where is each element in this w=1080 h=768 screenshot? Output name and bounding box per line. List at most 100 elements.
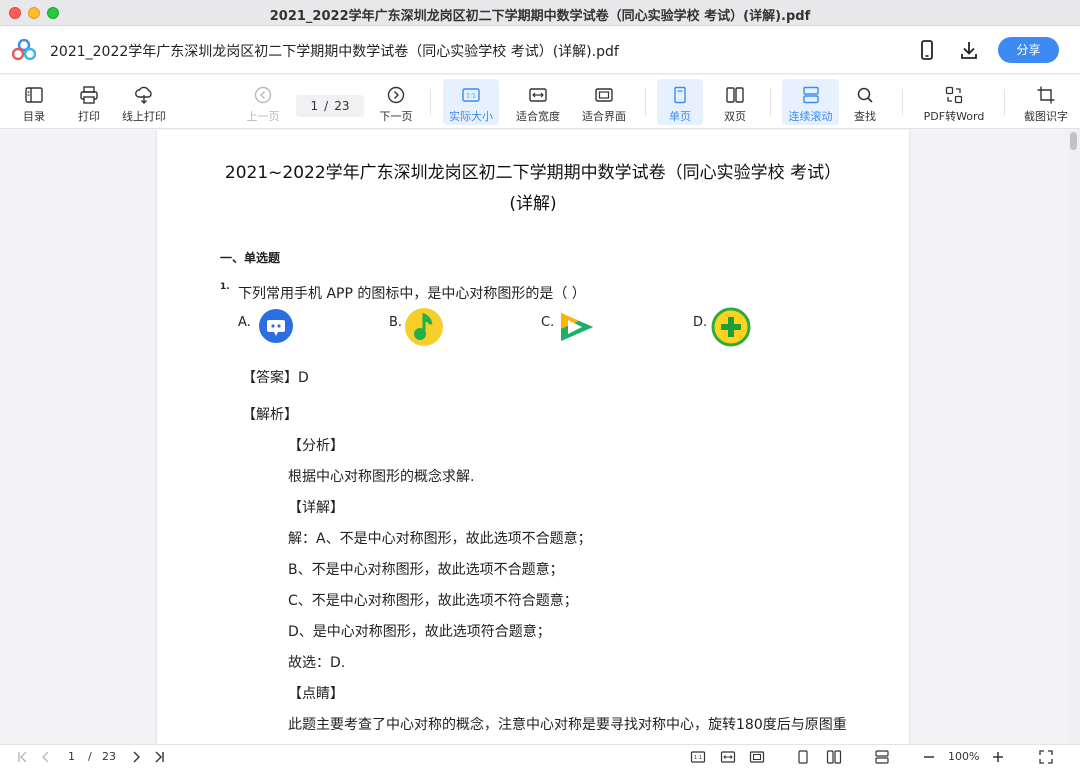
vertical-scrollbar[interactable] [1068,130,1080,744]
toolbar-divider [430,89,431,115]
actual-size-button[interactable]: 1:1 实际大小 [443,79,499,125]
fit-window-button[interactable]: 适合界面 [576,79,632,125]
fit-window-icon[interactable] [747,749,767,765]
print-button[interactable]: 打印 [69,79,109,125]
fullscreen-icon[interactable] [1037,749,1055,765]
toolbar: 目录 打印 线上打印 上一页 1 / 23 下一页 1:1 实际大小 适合宽度 … [0,75,1080,129]
toolbar-divider [770,89,771,115]
single-page-icon[interactable] [794,749,812,765]
scrollbar-thumb[interactable] [1070,132,1077,150]
toolbar-divider [645,89,646,115]
print-label: 打印 [78,110,100,123]
printer-icon [80,86,98,104]
analysis-line: 解：A、不是中心对称图形，故此选项不合题意； [288,531,592,547]
prev-page-button[interactable]: 上一页 [243,79,283,125]
toc-label: 目录 [23,110,45,123]
fit-width-label: 适合宽度 [516,110,560,123]
single-page-button[interactable]: 单页 [657,79,703,125]
zoom-out-icon[interactable] [920,749,938,765]
fit-width-icon [529,88,547,102]
screenshot-ocr-button[interactable]: 截图识字 [1018,79,1074,125]
actual-size-icon[interactable]: 1:1 [688,749,708,765]
analysis-heading: 【解析】 [242,407,298,423]
toc-button[interactable]: 目录 [14,79,54,125]
analysis-line: B、不是中心对称图形，故此选项不合题意； [288,562,564,578]
fit-width-icon[interactable] [718,749,738,765]
document-viewer[interactable]: 2021~2022学年广东深圳龙岗区初二下学期期中数学试卷（同心实验学校 考试）… [0,130,1080,744]
actual-size-label: 实际大小 [449,110,493,123]
plus-cross-app-icon [711,307,751,347]
window-titlebar: 2021_2022学年广东深圳龙岗区初二下学期期中数学试卷（同心实验学校 考试）… [0,0,1080,26]
toc-icon [25,87,43,103]
section-heading: 一、单选题 [220,251,281,265]
online-print-button[interactable]: 线上打印 [118,79,170,125]
double-page-icon [726,87,744,103]
pdf-page: 2021~2022学年广东深圳龙岗区初二下学期期中数学试卷（同心实验学校 考试）… [157,130,909,744]
phone-icon[interactable] [915,38,939,62]
analysis-line: 故选：D. [288,655,346,671]
download-icon[interactable] [957,38,981,62]
continuous-scroll-button[interactable]: 连续滚动 [782,79,839,125]
video-play-app-icon [561,313,593,341]
search-button[interactable]: 查找 [845,79,885,125]
single-page-label: 单页 [669,110,691,123]
question-text: 下列常用手机 APP 的图标中，是中心对称图形的是（ ） [238,286,586,302]
single-page-icon [674,86,686,104]
prev-page-label: 上一页 [246,110,280,123]
fit-window-icon [595,88,613,102]
bottom-page-separator: / [88,750,92,763]
chevron-left-circle-icon [254,86,272,104]
doc-heading-line2: (详解) [509,194,557,214]
first-page-icon[interactable] [14,749,32,765]
option-a-label: A. [238,315,251,330]
search-icon [857,87,873,103]
screenshot-ocr-label: 截图识字 [1024,110,1068,123]
app-header: 2021_2022学年广东深圳龙岗区初二下学期期中数学试卷（同心实验学校 考试）… [0,26,1080,74]
analysis-line: 【详解】 [288,500,344,516]
toolbar-divider [902,89,903,115]
fit-window-label: 适合界面 [582,110,626,123]
svg-text:1:1: 1:1 [466,93,476,100]
next-page-icon[interactable] [127,749,145,765]
toolbar-divider [1004,89,1005,115]
continuous-scroll-label: 连续滚动 [788,110,833,123]
next-page-label: 下一页 [379,110,413,123]
fit-width-button[interactable]: 适合宽度 [510,79,566,125]
pdf-to-word-label: PDF转Word [923,110,985,123]
share-button[interactable]: 分享 [998,37,1059,63]
page-number-input[interactable]: 1 / 23 [296,95,364,117]
total-pages: 23 [334,99,350,113]
zoom-in-icon[interactable] [989,749,1007,765]
bottom-current-page[interactable]: 1 [68,750,75,763]
doc-heading-line1: 2021~2022学年广东深圳龙岗区初二下学期期中数学试卷（同心实验学校 考试） [224,163,842,183]
analysis-line: 【点睛】 [288,686,344,702]
app-logo-icon [12,39,36,61]
double-page-icon[interactable] [824,749,844,765]
search-label: 查找 [854,110,876,123]
continuous-scroll-icon[interactable] [872,749,892,765]
analysis-line: 此题主要考查了中心对称的概念，注意中心对称是要寻找对称中心，旋转180度后与原图… [288,717,847,733]
document-title: 2021_2022学年广东深圳龙岗区初二下学期期中数学试卷（同心实验学校 考试）… [50,44,619,60]
double-page-button[interactable]: 双页 [712,79,758,125]
next-page-button[interactable]: 下一页 [375,79,417,125]
online-print-label: 线上打印 [122,110,166,123]
question-number: 1. [220,282,230,292]
prev-page-icon[interactable] [37,749,55,765]
chat-bubble-app-icon [259,309,293,343]
bottom-bar: 1 / 23 1:1 100% [0,744,1080,768]
page-separator: / [324,99,329,113]
last-page-icon[interactable] [150,749,168,765]
answer-text: 【答案】D [242,370,309,386]
music-note-app-icon [405,308,443,346]
double-page-label: 双页 [724,110,746,123]
bottom-total-pages: 23 [102,750,116,763]
cloud-print-icon [135,86,152,104]
analysis-line: D、是中心对称图形，故此选项符合题意； [288,624,551,640]
chevron-right-circle-icon [387,86,405,104]
option-d-label: D. [693,315,708,330]
current-page: 1 [310,99,319,113]
window-title: 2021_2022学年广东深圳龙岗区初二下学期期中数学试卷（同心实验学校 考试）… [269,9,811,24]
option-c-label: C. [541,315,555,330]
pdf-to-word-button[interactable]: PDF转Word [918,79,990,125]
zoom-level[interactable]: 100% [948,750,979,763]
